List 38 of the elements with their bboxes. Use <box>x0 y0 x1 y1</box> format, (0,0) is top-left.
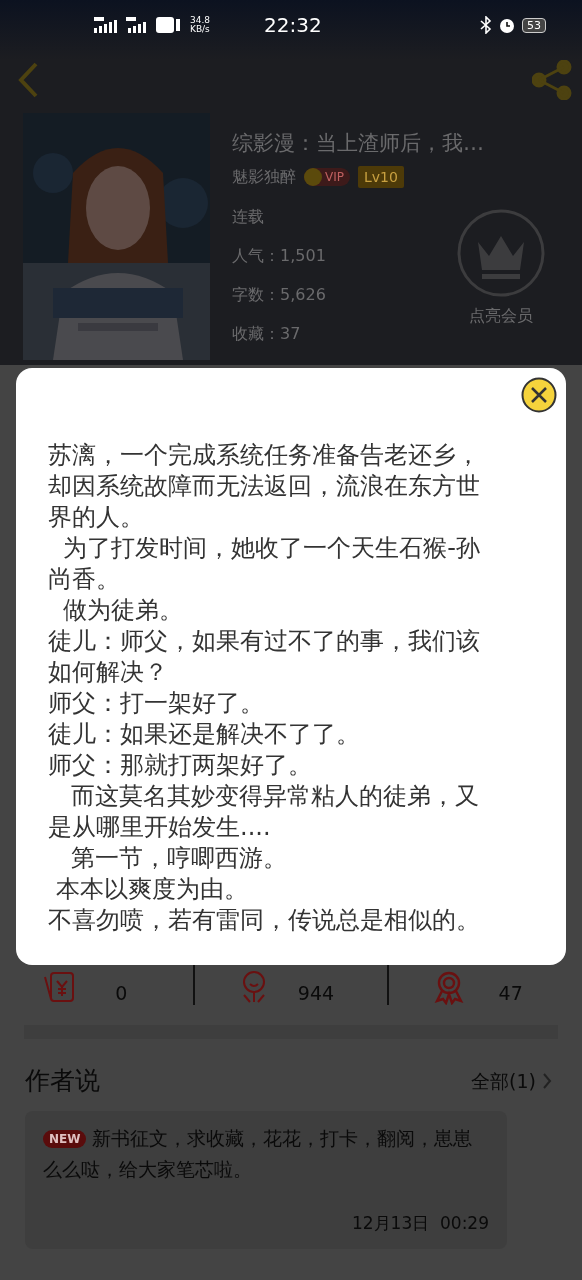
view-all-link[interactable]: 全部(1) <box>471 1065 536 1097</box>
level-badge: Lv10 <box>358 166 404 188</box>
author-name: 魅影独醉 <box>232 166 296 188</box>
serial-status: 连载 <box>232 207 265 227</box>
bluetooth-icon <box>480 16 492 34</box>
back-icon[interactable] <box>16 61 40 99</box>
battery-indicator: 53 <box>522 17 546 33</box>
synopsis-paragraph: 本本以爽度为由。 <box>54 874 249 905</box>
synopsis-paragraph: 第一节，哼唧西游。 <box>69 843 288 874</box>
synopsis-paragraph: 徒儿：师父，如果有过不了的事，我们该如何解决？ <box>48 626 481 688</box>
new-badge: NEW <box>43 1130 87 1148</box>
synopsis-paragraph: 不喜勿喷，若有雷同，传说总是相似的。 <box>48 905 481 936</box>
close-button[interactable] <box>521 377 557 413</box>
synopsis-paragraph: 师父：打一架好了。 <box>48 688 265 719</box>
book-title: 综影漫：当上渣师后，我… <box>232 130 485 156</box>
member-label[interactable]: 点亮会员 <box>469 306 533 326</box>
synopsis-paragraph: 师父：那就打两架好了。 <box>48 750 313 781</box>
counter-value: 0 <box>114 981 129 1005</box>
section-heading: 作者说 <box>25 1065 100 1097</box>
book-stat: 人气：1,501 <box>232 246 327 266</box>
synopsis-paragraph: 徒儿：如果还是解决不了了。 <box>48 719 361 750</box>
speed-unit: KB/s <box>190 25 211 34</box>
counter-value: 47 <box>497 981 524 1005</box>
synopsis-paragraph: 而这莫名其妙变得异常粘人的徒弟，又是从哪里开始发生.... <box>48 781 480 843</box>
hd-icon <box>156 16 182 34</box>
network-speed: 34.8 <box>190 16 211 25</box>
synopsis-paragraph: 苏漓，一个完成系统任务准备告老还乡，却因系统故障而无法返回，流浪在东方世界的人。 <box>48 440 481 533</box>
chevron-icon[interactable] <box>542 1072 552 1090</box>
counter-value: 944 <box>296 981 336 1005</box>
vip-badge: VIP <box>304 168 350 186</box>
book-stat: 字数：5,626 <box>232 285 327 305</box>
synopsis-paragraph: 为了打发时间，她收了一个天生石猴-孙尚香。 <box>48 533 481 595</box>
alarm-icon <box>498 16 516 34</box>
crown-icon[interactable] <box>456 208 546 298</box>
synopsis-paragraph: 做为徒弟。 <box>62 595 185 626</box>
share-icon[interactable] <box>532 60 572 100</box>
book-stat: 收藏：37 <box>232 324 302 344</box>
clock: 22:32 <box>264 13 322 37</box>
